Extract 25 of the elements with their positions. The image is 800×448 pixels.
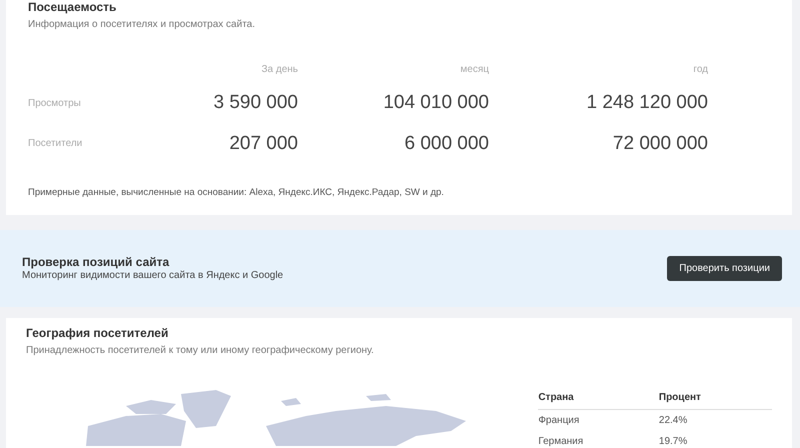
column-header: месяц <box>459 63 489 77</box>
section-title: Проверка позиций сайта <box>22 254 170 268</box>
table-cell-text: 19.7% <box>658 435 688 448</box>
column-header: Процент <box>658 386 772 410</box>
column-header: Страна <box>538 386 659 410</box>
section-subtitle: Принадлежность посетителей к тому или иному географическому региону. <box>26 344 375 358</box>
section-subtitle: Мониторинг видимости вашего сайта в Яндекс и Google <box>22 268 284 282</box>
table-cell-text: Германия <box>538 435 584 448</box>
stat-value: 72 000 000 <box>612 132 708 156</box>
row-label: Посетители <box>28 137 84 152</box>
row-label: Просмотры <box>28 96 82 111</box>
stat-value: 3 590 000 <box>212 91 298 115</box>
data-source-note: Примерные данные, вычисленные на основании: Alexa, Яндекс.ИКС, Яндекс.Радар, SW и др. <box>28 186 445 200</box>
table-cell: 22.4% <box>658 410 772 431</box>
section-title: География посетителей <box>26 326 170 340</box>
section-title: Посещаемость <box>28 0 118 14</box>
check-positions-button[interactable]: Проверить позиции <box>667 256 782 281</box>
table-cell: Франция <box>538 410 659 431</box>
section-subtitle: Информация о посетителях и просмотрах сайта. <box>28 18 256 32</box>
stat-value: 104 010 000 <box>382 91 489 115</box>
stat-value: 207 000 <box>228 132 298 156</box>
column-header: За день <box>260 63 298 77</box>
column-header: год <box>692 63 708 77</box>
stat-value: 1 248 120 000 <box>585 91 708 115</box>
stat-value: 6 000 000 <box>403 132 489 156</box>
